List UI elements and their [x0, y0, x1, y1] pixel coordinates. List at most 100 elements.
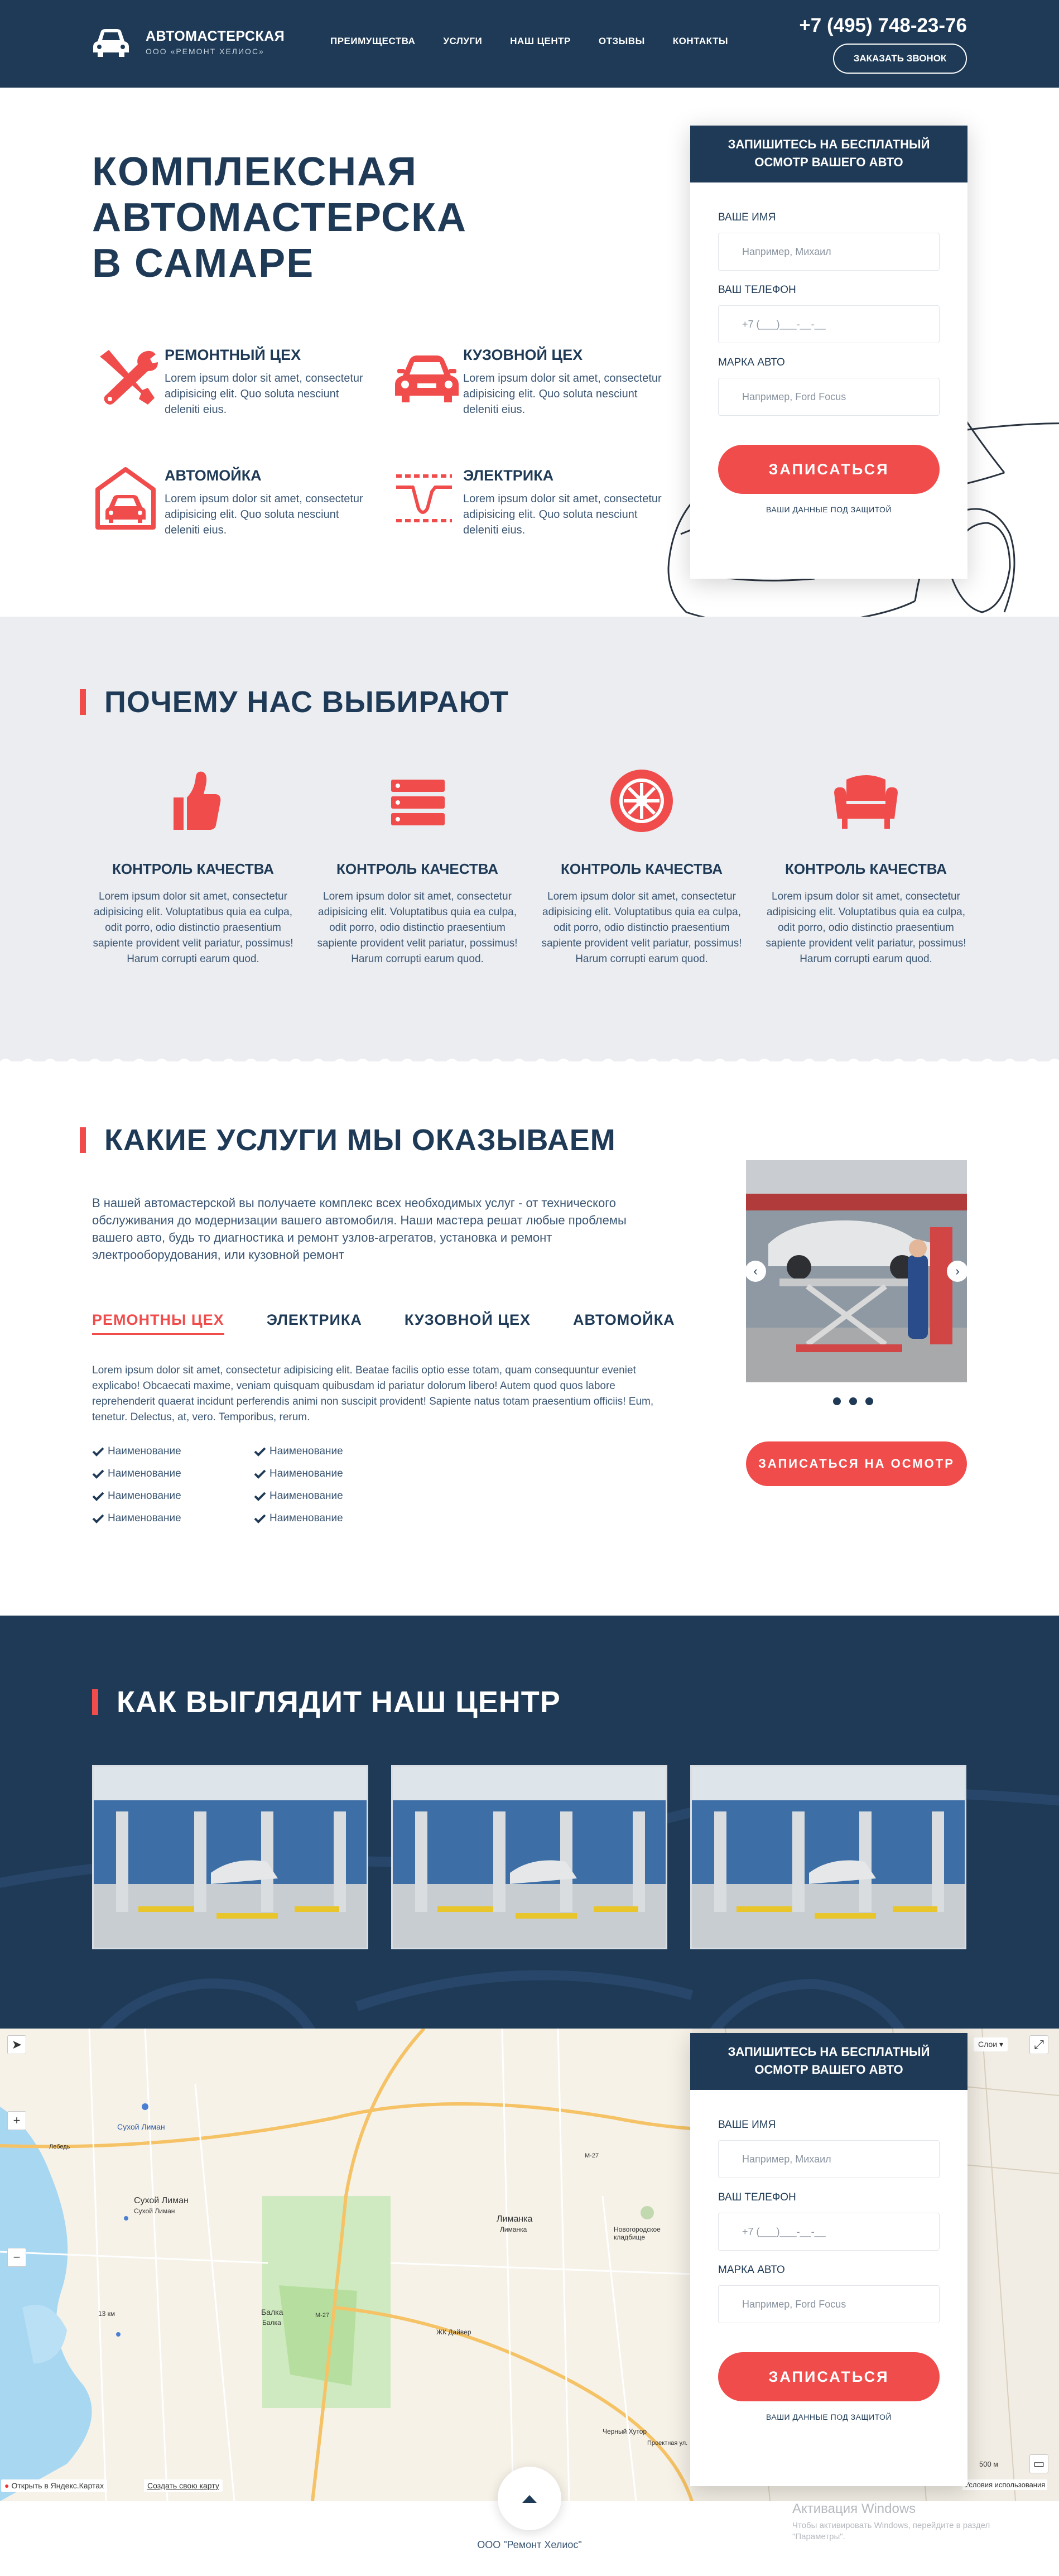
chevron-down-icon: ▾ [999, 2040, 1003, 2049]
checklist-label: Наименование [108, 1512, 181, 1524]
why-item-title: КОНТРОЛЬ КАЧЕСТВА [112, 861, 275, 877]
why-item-text: Lorem ipsum dolor sit amet, consectetur … [766, 891, 966, 965]
create-map-link[interactable]: Создать свою карту [144, 2479, 223, 2492]
map-label: Лебедь [49, 2144, 70, 2150]
phone-input[interactable]: +7 (___)___-__-__ [718, 2213, 940, 2251]
center-photo[interactable] [391, 1765, 667, 1949]
car-icon [395, 355, 459, 402]
chevron-up-icon [522, 2495, 537, 2503]
logo-title: АВТОМАСТЕРСКАЯ [146, 28, 285, 44]
service-item-electric: ЭЛЕКТРИКА Lorem ipsum dolor sit amet, co… [391, 465, 670, 538]
name-input[interactable]: Например, Михаил [718, 2140, 940, 2178]
ruler-icon[interactable]: ▭ [1029, 2454, 1048, 2473]
why-section: ПОЧЕМУ НАС ВЫБИРАЮТ КОНТРОЛЬ КАЧЕСТВА Lo… [0, 617, 1059, 1061]
windows-activation-watermark: Активация Windows Чтобы активировать Win… [792, 2501, 1038, 2543]
checklist-item: Наименование [92, 1468, 181, 1480]
layers-button[interactable]: Слои ▾ [974, 2037, 1008, 2051]
center-title: КАК ВЫГЛЯДИТ НАШ ЦЕНТР [92, 1685, 561, 1719]
check-icon [92, 1447, 104, 1457]
center-photo[interactable] [92, 1765, 368, 1949]
center-section: КАК ВЫГЛЯДИТ НАШ ЦЕНТР [0, 1616, 1059, 2029]
service-text: Lorem ipsum dolor sit amet, consectetur … [165, 372, 363, 416]
nav-link-reviews[interactable]: ОТЗЫВЫ [599, 36, 645, 47]
checklist-label: Наименование [269, 1445, 343, 1457]
slider-dot[interactable] [833, 1397, 841, 1405]
why-item-title: КОНТРОЛЬ КАЧЕСТВА [784, 861, 947, 877]
form-title-line: ЗАПИШИТЕСЬ НА БЕСПЛАТНЫЙ [728, 2045, 930, 2059]
check-icon [254, 1469, 266, 1479]
garage-icon [95, 467, 156, 530]
logo[interactable]: АВТОМАСТЕРСКАЯ ООО «РЕМОНТ ХЕЛИОС» [92, 25, 285, 59]
checklist-item: Наименование [92, 1490, 181, 1502]
hero-section: КОМПЛЕКСНАЯ АВТОМАСТЕРСКА В САМАРЕ РЕМОН… [0, 88, 1059, 617]
form-title-line: ОСМОТР ВАШЕГО АВТО [754, 2063, 903, 2077]
slider-next-button[interactable]: › [947, 1261, 967, 1282]
map-label: Сухой Лиман [134, 2207, 175, 2215]
watermark-title: Активация Windows [792, 2501, 916, 2516]
tab-content-text: Lorem ipsum dolor sit amet, consectetur … [92, 1364, 654, 1423]
map-label: Проектная ул. [647, 2440, 688, 2447]
zoom-in-button[interactable]: + [7, 2111, 26, 2130]
tab-body[interactable]: КУЗОВНОЙ ЦЕХ [405, 1311, 531, 1335]
phone-label: ВАШ ТЕЛЕФОН [718, 284, 796, 296]
nav-link-center[interactable]: НАШ ЦЕНТР [510, 36, 571, 47]
open-in-yandex-link[interactable]: ● Открыть в Яндекс.Картах [1, 2479, 108, 2492]
phone-input[interactable]: +7 (___)___-__-__ [718, 305, 940, 343]
car-lift-photo [746, 1160, 967, 1382]
tab-repair[interactable]: РЕМОНТНЫ ЦЕХ [92, 1311, 224, 1335]
phone-number[interactable]: +7 (495) 748-23-76 [799, 15, 967, 37]
form-header: ЗАПИШИТЕСЬ НА БЕСПЛАТНЫЙ ОСМОТР ВАШЕГО А… [690, 126, 967, 182]
hero-title-line: АВТОМАСТЕРСКА [92, 195, 467, 240]
layers-label: Слои [978, 2040, 998, 2049]
service-text: Lorem ipsum dolor sit amet, consectetur … [165, 493, 363, 536]
map-pin-icon: ● [4, 2481, 9, 2490]
zoom-out-button[interactable]: − [7, 2248, 26, 2267]
privacy-note: ВАШИ ДАННЫЕ ПОД ЗАЩИТОЙ [766, 2412, 892, 2421]
locate-icon[interactable]: ➤ [7, 2035, 26, 2054]
slider-dots [833, 1397, 873, 1405]
nav-link-advantages[interactable]: ПРЕИМУЩЕСТВА [330, 36, 415, 47]
service-photo-slider[interactable]: ‹ › [746, 1160, 967, 1382]
garage-interior-image [692, 1767, 965, 1948]
list-icon [391, 780, 445, 825]
car-input[interactable]: Например, Ford Focus [718, 378, 940, 416]
nav-link-services[interactable]: УСЛУГИ [443, 36, 482, 47]
tab-wash[interactable]: АВТОМОЙКА [573, 1311, 675, 1335]
services-section: КАКИЕ УСЛУГИ МЫ ОКАЗЫВАЕМ В нашей автома… [0, 1061, 1059, 1616]
why-item: КОНТРОЛЬ КАЧЕСТВА Lorem ipsum dolor sit … [93, 767, 293, 967]
watermark-text: Чтобы активировать Windows, перейдите в … [792, 2521, 990, 2541]
form-title-line: ОСМОТР ВАШЕГО АВТО [754, 155, 903, 169]
nav-link-contacts[interactable]: КОНТАКТЫ [673, 36, 728, 47]
wrench-screwdriver-icon [100, 350, 158, 405]
why-title-text: ПОЧЕМУ НАС ВЫБИРАЮТ [104, 685, 509, 719]
name-input[interactable]: Например, Михаил [718, 233, 940, 271]
car-input[interactable]: Например, Ford Focus [718, 2285, 940, 2323]
center-photo[interactable] [690, 1765, 966, 1949]
checklist-item: Наименование [254, 1512, 343, 1525]
book-inspection-button[interactable]: ЗАПИСАТЬСЯ НА ОСМОТР [746, 1441, 967, 1486]
scroll-to-top-button[interactable] [498, 2467, 561, 2530]
terms-link[interactable]: Условия использования [962, 2479, 1048, 2490]
why-item: КОНТРОЛЬ КАЧЕСТВА Lorem ipsum dolor sit … [317, 767, 518, 967]
hero-title-line: В САМАРЕ [92, 241, 315, 286]
slider-dot[interactable] [849, 1397, 857, 1405]
fullscreen-icon[interactable]: ⤢ [1029, 2035, 1048, 2054]
why-item-text: Lorem ipsum dolor sit amet, consectetur … [93, 891, 293, 965]
map-label: 13 км [98, 2310, 115, 2318]
checklist-label: Наименование [108, 1468, 181, 1479]
check-icon [92, 1514, 104, 1524]
callback-button[interactable]: ЗАКАЗАТЬ ЗВОНОК [833, 44, 967, 74]
site-header: АВТОМАСТЕРСКАЯ ООО «РЕМОНТ ХЕЛИОС» ПРЕИМ… [0, 0, 1059, 88]
why-item-title: КОНТРОЛЬ КАЧЕСТВА [560, 861, 723, 877]
service-title: РЕМОНТНЫЙ ЦЕХ [165, 347, 301, 363]
submit-button[interactable]: ЗАПИСАТЬСЯ [718, 445, 940, 494]
submit-button[interactable]: ЗАПИСАТЬСЯ [718, 2352, 940, 2401]
tab-electric[interactable]: ЭЛЕКТРИКА [267, 1311, 362, 1335]
slider-dot[interactable] [865, 1397, 873, 1405]
checklist-label: Наименование [108, 1445, 181, 1457]
title-accent-bar [80, 689, 86, 715]
why-item-text: Lorem ipsum dolor sit amet, consectetur … [541, 891, 742, 965]
yandex-map[interactable]: ➤ + − Сухой Лиман Сухой Лиман Сухой Лима… [0, 2029, 1059, 2501]
services-tabs: РЕМОНТНЫ ЦЕХ ЭЛЕКТРИКА КУЗОВНОЙ ЦЕХ АВТО… [92, 1311, 675, 1335]
map-label: М-27 [585, 2152, 599, 2159]
